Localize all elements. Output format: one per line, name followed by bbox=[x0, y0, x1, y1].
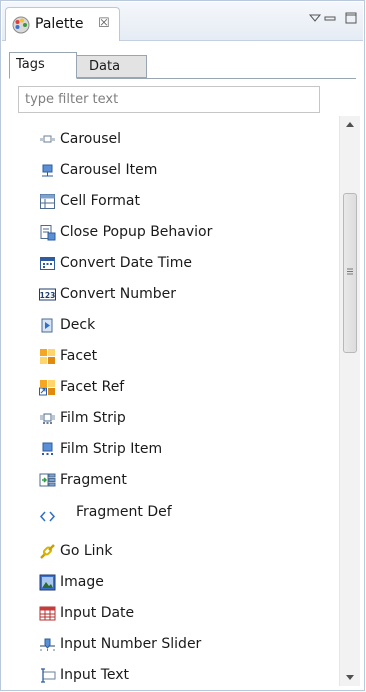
carousel-item-icon bbox=[42, 164, 53, 177]
input-date-icon bbox=[39, 606, 56, 621]
item-label: Carousel bbox=[60, 131, 122, 147]
palette-list: Carousel Carousel Item Cell Format Close… bbox=[1, 119, 338, 689]
item-label: Film Strip Item bbox=[60, 441, 163, 457]
maximize-icon[interactable] bbox=[344, 11, 358, 25]
vertical-scrollbar[interactable] bbox=[339, 116, 360, 686]
minimize-icon[interactable] bbox=[323, 11, 337, 25]
fragment-def-icon bbox=[39, 511, 56, 522]
palette-view-tab[interactable]: Palette ☒ bbox=[5, 7, 120, 41]
input-text-icon bbox=[41, 668, 56, 683]
view-title-bar: Palette ☒ bbox=[2, 2, 363, 41]
tab-data[interactable]: Data bbox=[77, 55, 147, 78]
item-label: Fragment bbox=[60, 472, 127, 488]
scroll-up-arrow-icon[interactable] bbox=[340, 116, 360, 134]
close-popup-behavior-icon bbox=[40, 225, 56, 241]
scrollbar-thumb[interactable] bbox=[343, 193, 357, 353]
image-icon bbox=[39, 574, 56, 591]
item-label: Image bbox=[60, 574, 104, 590]
item-label: Cell Format bbox=[60, 193, 140, 209]
input-number-slider-icon bbox=[40, 638, 55, 651]
item-label: Film Strip bbox=[60, 410, 126, 426]
view-menu-icon[interactable] bbox=[308, 11, 322, 25]
item-label: Deck bbox=[60, 317, 96, 333]
item-label: Carousel Item bbox=[60, 162, 158, 178]
film-strip-icon bbox=[40, 413, 55, 424]
scroll-down-arrow-icon[interactable] bbox=[340, 668, 360, 686]
facet-ref-icon bbox=[39, 380, 55, 396]
go-link-icon bbox=[40, 544, 55, 559]
item-label: Close Popup Behavior bbox=[60, 224, 213, 240]
fragment-icon bbox=[39, 473, 56, 487]
item-label: Facet bbox=[60, 348, 98, 364]
palette-view: Palette ☒ Tags Data Carousel bbox=[0, 0, 365, 691]
item-label: Input Date bbox=[60, 605, 135, 621]
view-title: Palette bbox=[35, 16, 84, 32]
convert-number-icon: 123 bbox=[39, 288, 56, 301]
carousel-icon bbox=[40, 135, 55, 143]
item-label: Input Number Slider bbox=[60, 636, 202, 652]
convert-date-time-icon bbox=[40, 257, 55, 270]
item-label: Facet Ref bbox=[60, 379, 125, 395]
deck-icon bbox=[41, 318, 53, 333]
item-label: Go Link bbox=[60, 543, 113, 559]
close-view-icon[interactable]: ☒ bbox=[98, 16, 110, 31]
item-label: Input Text bbox=[60, 667, 130, 683]
tab-tags[interactable]: Tags bbox=[9, 52, 77, 79]
cell-format-icon bbox=[40, 194, 55, 209]
filter-input[interactable] bbox=[18, 86, 320, 113]
scrollbar-grip-icon bbox=[347, 268, 353, 275]
number-icon-text: 123 bbox=[40, 291, 56, 300]
palette-tabs: Tags Data bbox=[9, 52, 356, 79]
facet-icon bbox=[40, 349, 55, 364]
item-label: Convert Number bbox=[60, 286, 177, 302]
palette-logo-icon bbox=[12, 16, 30, 34]
item-label: Convert Date Time bbox=[60, 255, 192, 271]
film-strip-item-icon bbox=[42, 442, 53, 455]
item-label: Fragment Def bbox=[76, 504, 172, 520]
